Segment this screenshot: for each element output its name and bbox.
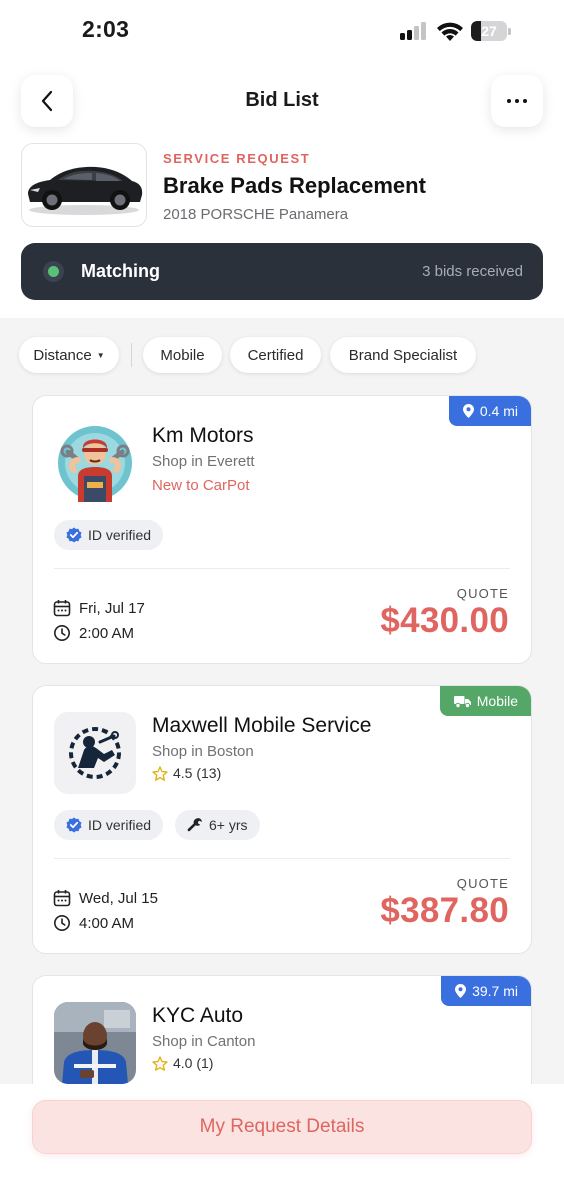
matching-status-bar: Matching 3 bids received <box>21 243 543 300</box>
shop-location: Shop in Everett <box>152 453 255 470</box>
wrench-icon <box>187 818 202 832</box>
calendar-icon <box>53 890 71 907</box>
mobile-tag: Mobile <box>439 686 531 716</box>
bid-card[interactable]: 0.4 mi Km Motors Shop in Everett New to … <box>32 395 532 664</box>
rating-text: 4.5 (13) <box>173 765 222 781</box>
bid-time: 2:00 AM <box>53 624 134 642</box>
cellular-signal-icon <box>400 22 430 40</box>
filter-label: Certified <box>247 346 304 364</box>
shop-name: Maxwell Mobile Service <box>152 714 372 737</box>
my-request-details-button[interactable]: My Request Details <box>32 1100 532 1154</box>
verified-check-icon <box>66 817 82 833</box>
shop-name: Km Motors <box>152 424 254 447</box>
clock-icon <box>54 915 70 931</box>
bid-date: Wed, Jul 15 <box>53 889 158 907</box>
caret-down-icon: ▼ <box>96 350 105 360</box>
shop-location: Shop in Canton <box>152 1033 256 1050</box>
filter-label: Brand Specialist <box>348 346 458 364</box>
wifi-icon <box>437 22 463 41</box>
vehicle-name: 2018 PORSCHE Panamera <box>163 206 349 223</box>
vehicle-image <box>21 143 147 227</box>
date-text: Wed, Jul 15 <box>79 889 158 907</box>
service-title: Brake Pads Replacement <box>163 173 426 198</box>
bid-date: Fri, Jul 17 <box>53 599 145 617</box>
distance-tag: 0.4 mi <box>448 396 531 426</box>
battery-icon: 27 <box>471 21 511 41</box>
filter-distance[interactable]: Distance ▼ <box>19 337 119 373</box>
shop-rating: 4.5 (13) <box>152 765 221 781</box>
status-time: 2:03 <box>82 16 130 42</box>
time-text: 2:00 AM <box>79 624 135 642</box>
more-options-button[interactable] <box>491 75 543 127</box>
more-horizontal-icon <box>507 99 527 103</box>
tag-label: Mobile <box>476 693 518 709</box>
page-title: Bid List <box>245 89 319 111</box>
time-text: 4:00 AM <box>79 914 135 932</box>
badge-label: 6+ yrs <box>209 817 248 833</box>
id-verified-badge: ID verified <box>54 520 164 550</box>
shop-location: Shop in Boston <box>152 743 254 760</box>
filter-label: Distance <box>33 346 92 364</box>
filter-label: Mobile <box>160 346 205 364</box>
filter-brand-specialist[interactable]: Brand Specialist <box>330 337 476 373</box>
card-divider <box>54 568 510 569</box>
shop-avatar <box>54 422 136 504</box>
clock-icon <box>54 625 70 641</box>
quote-label: QUOTE <box>456 876 509 891</box>
bid-card[interactable]: Mobile Maxwell Mobile Service Shop in Bo… <box>32 685 532 954</box>
bids-count: 3 bids received <box>422 263 523 280</box>
truck-icon <box>453 695 471 708</box>
shop-name: KYC Auto <box>152 1004 244 1027</box>
filter-divider <box>131 343 132 367</box>
tag-label: 39.7 mi <box>472 983 518 999</box>
id-verified-badge: ID verified <box>54 810 164 840</box>
location-pin-icon <box>455 984 467 998</box>
verified-check-icon <box>66 527 82 543</box>
matching-label: Matching <box>81 261 160 281</box>
shop-avatar <box>54 712 136 794</box>
quote-label: QUOTE <box>456 586 509 601</box>
calendar-icon <box>53 600 71 617</box>
star-icon <box>152 1055 168 1071</box>
service-request-label: SERVICE REQUEST <box>163 151 311 166</box>
quote-value: $387.80 <box>380 891 509 930</box>
shop-rating: 4.0 (1) <box>152 1055 213 1071</box>
card-divider <box>54 858 510 859</box>
rating-text: 4.0 (1) <box>173 1055 214 1071</box>
header-section: 2:03 27 Bid List SERVICE REQUEST Brake P… <box>0 0 564 318</box>
date-text: Fri, Jul 17 <box>79 599 145 617</box>
battery-percent: 27 <box>481 23 497 39</box>
distance-tag: 39.7 mi <box>441 976 531 1006</box>
badge-label: ID verified <box>88 817 152 833</box>
experience-badge: 6+ yrs <box>175 810 260 840</box>
status-bar: 2:03 27 <box>0 0 564 62</box>
badge-label: ID verified <box>88 527 152 543</box>
star-icon <box>152 765 168 781</box>
location-pin-icon <box>462 404 474 418</box>
bid-time: 4:00 AM <box>53 914 134 932</box>
filter-mobile[interactable]: Mobile <box>143 337 222 373</box>
shop-avatar <box>54 1002 136 1084</box>
new-shop-note: New to CarPot <box>152 477 250 494</box>
filter-certified[interactable]: Certified <box>230 337 321 373</box>
tag-label: 0.4 mi <box>479 403 518 419</box>
status-dot-icon <box>43 261 64 282</box>
quote-value: $430.00 <box>380 601 509 640</box>
